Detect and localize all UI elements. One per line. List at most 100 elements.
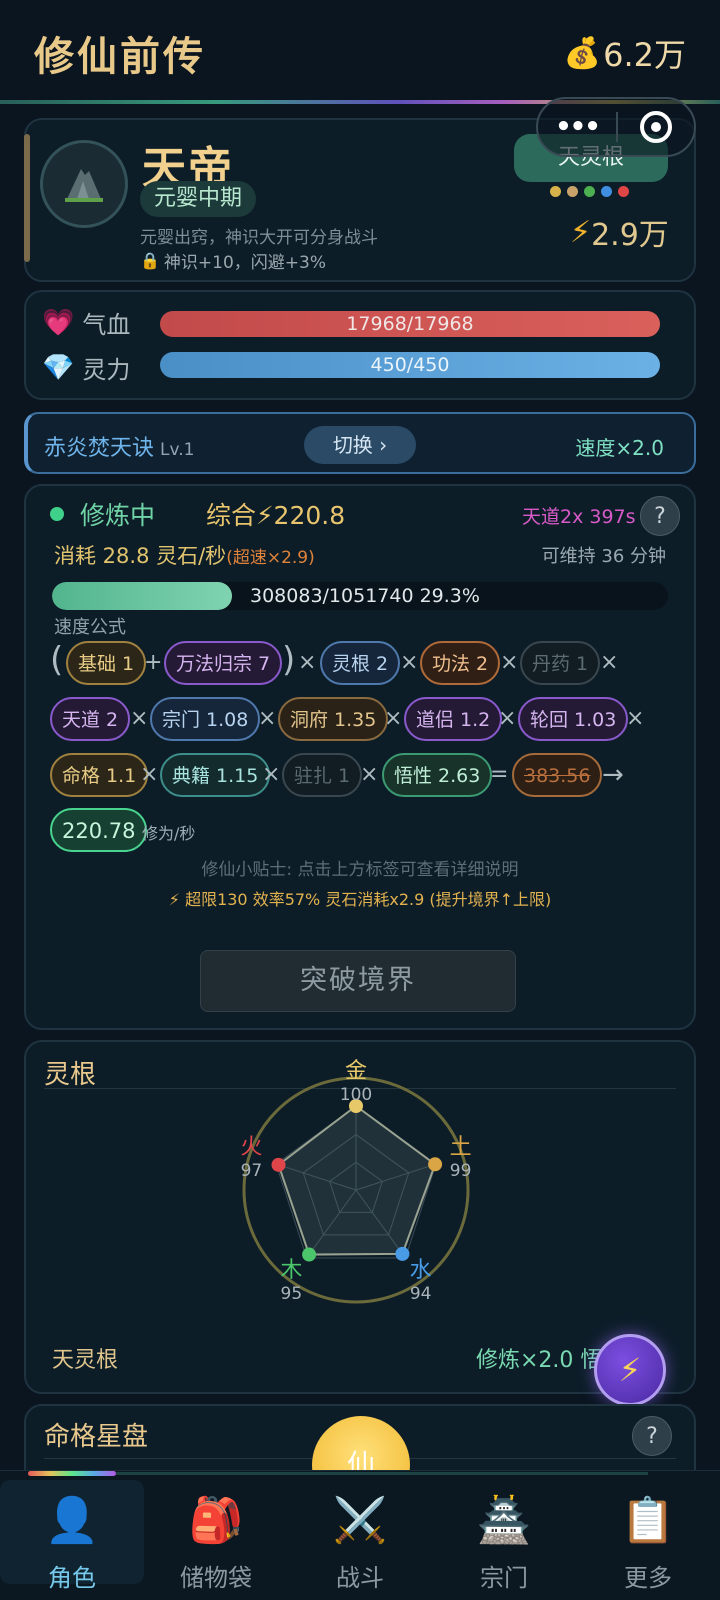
chip-dianji[interactable]: 典籍 1.15 — [160, 753, 271, 797]
spirit-root-title: 灵根 — [44, 1060, 97, 1090]
tab-more[interactable]: 📋 更多 — [576, 1490, 720, 1593]
status-dot-icon — [50, 507, 64, 521]
hp-label: 气血 — [82, 311, 131, 339]
hp-label-row: 💗 气血 — [42, 305, 130, 340]
chip-lunhui[interactable]: 轮回 1.03 — [518, 697, 629, 741]
breakthrough-button[interactable]: 突破境界 — [200, 950, 516, 1012]
tab-label: 宗门 — [480, 1564, 528, 1592]
chip-wanfa[interactable]: 万法归宗 7 — [164, 641, 283, 685]
app-title: 修仙前传 — [34, 34, 206, 80]
switch-skill-button[interactable]: 切换 › — [304, 426, 416, 464]
root-dot-gold — [550, 186, 561, 197]
skill-speed: 速度×2.0 — [575, 436, 664, 460]
root-dots — [550, 186, 629, 197]
skill-level: Lv.1 — [160, 440, 195, 460]
diamond-icon: 💎 — [42, 352, 75, 383]
op-times: × — [498, 706, 517, 731]
cultivation-total: 综合⚡220.8 — [206, 501, 346, 530]
money-display[interactable]: 💰 6.2万 — [564, 30, 686, 76]
lightning-icon: ⚡ — [618, 1351, 642, 1389]
consume-text: 消耗 28.8 灵石/秒 — [54, 544, 227, 568]
mountain-icon — [65, 169, 103, 202]
root-dot-water — [601, 186, 612, 197]
spirit-root-radar[interactable]: 金100 土99 水94 木95 火97 — [236, 1050, 476, 1330]
radar-point-4 — [271, 1157, 286, 1172]
tab-label: 战斗 — [336, 1564, 384, 1592]
chip-danyao[interactable]: 丹药 1 — [520, 641, 601, 685]
cultivation-help-button[interactable]: ? — [640, 496, 680, 536]
cultivation-status: 修炼中 — [80, 501, 156, 530]
progress-text: 308083/1051740 29.3% — [250, 585, 480, 607]
radar-element-label: 木 — [280, 1258, 302, 1283]
root-dot-earth — [567, 186, 578, 197]
star-chart-title: 命格星盘 — [44, 1422, 149, 1452]
chip-daolv[interactable]: 道侣 1.2 — [404, 697, 503, 741]
money-bag-icon: 💰 — [563, 35, 602, 71]
tab-battle[interactable]: ⚔️ 战斗 — [288, 1490, 432, 1593]
money-value: 6.2万 — [603, 36, 686, 74]
sustain-time: 可维持 36 分钟 — [541, 546, 666, 567]
chip-minge[interactable]: 命格 1.1 — [50, 753, 149, 797]
tab-inventory[interactable]: 🎒 储物袋 — [144, 1490, 288, 1593]
op-times: × — [298, 650, 317, 675]
op-times: × — [384, 706, 403, 731]
person-icon: 👤 — [44, 1495, 100, 1546]
op-equals: = — [490, 762, 509, 787]
chip-old-result[interactable]: 383.56 — [512, 753, 603, 797]
tip-text: 修仙小贴士: 点击上方标签可查看详细说明 — [201, 860, 519, 880]
more-dots-icon[interactable]: ••• — [538, 112, 616, 142]
mp-label-row: 💎 灵力 — [42, 350, 130, 385]
overspeed-text: (超速×2.9) — [226, 548, 315, 568]
radar-element-value: 94 — [410, 1284, 432, 1304]
chip-dongfu[interactable]: 洞府 1.35 — [278, 697, 389, 741]
radar-value-polygon — [277, 1104, 437, 1256]
chip-zongmen[interactable]: 宗门 1.08 — [150, 697, 261, 741]
tab-label: 储物袋 — [180, 1564, 252, 1592]
chip-linggen[interactable]: 灵根 2 — [320, 641, 401, 685]
paren-close: ) — [282, 640, 296, 680]
tab-character[interactable]: 👤 角色 — [0, 1480, 144, 1592]
chip-gongfa[interactable]: 功法 2 — [420, 641, 501, 685]
tiandao-buff[interactable]: 天道2x 397s — [522, 502, 636, 529]
tab-label: 角色 — [48, 1564, 96, 1592]
radar-element-label: 土 — [450, 1135, 472, 1160]
limit-text: ⚡ 超限130 效率57% 灵石消耗x2.9 (提升境界↑上限) — [168, 890, 552, 909]
close-target-icon[interactable] — [618, 111, 694, 143]
root-dot-wood — [584, 186, 595, 197]
tab-label: 更多 — [624, 1564, 672, 1592]
skill-name-row: 赤炎焚天诀 Lv.1 — [44, 430, 194, 462]
tab-divider — [116, 1472, 648, 1475]
avatar[interactable] — [40, 140, 128, 228]
formula-label: 速度公式 — [54, 617, 126, 638]
bonus-line: 🔒 神识+10，闪避+3% — [140, 248, 326, 273]
profile-accent-bar — [24, 134, 30, 262]
radar-element-value: 99 — [450, 1161, 472, 1181]
realm-badge: 元婴中期 — [140, 181, 257, 217]
chip-wuxing[interactable]: 悟性 2.63 — [382, 753, 493, 797]
radar-element-label: 火 — [240, 1135, 262, 1160]
op-times: × — [600, 650, 619, 675]
cultivation-progress-fill — [52, 582, 233, 610]
op-times: × — [262, 762, 281, 787]
op-times: × — [130, 706, 149, 731]
radar-element-label: 金 — [345, 1059, 367, 1084]
bonus-text: 神识+10，闪避+3% — [163, 253, 327, 273]
radar-element-label: 水 — [410, 1258, 432, 1283]
miniprogram-capsule[interactable]: ••• — [536, 97, 696, 157]
quick-action-button[interactable]: ⚡ — [594, 1334, 666, 1406]
chip-tiandao[interactable]: 天道 2 — [50, 697, 131, 741]
op-times: × — [258, 706, 277, 731]
op-times: × — [500, 650, 519, 675]
backpack-icon: 🎒 — [188, 1495, 244, 1546]
paren-open: ( — [50, 640, 64, 680]
chip-result[interactable]: 220.78 — [50, 808, 148, 852]
pagoda-icon: 🏯 — [476, 1495, 532, 1546]
crossed-swords-icon: ⚔️ — [332, 1495, 388, 1546]
chip-zhuzha[interactable]: 驻扎 1 — [282, 753, 363, 797]
star-chart-help-button[interactable]: ? — [632, 1416, 672, 1456]
radar-shape — [271, 1099, 443, 1262]
chip-jichu[interactable]: 基础 1 — [66, 641, 147, 685]
radar-point-3 — [302, 1247, 317, 1262]
radar-element-value: 97 — [241, 1161, 263, 1181]
tab-sect[interactable]: 🏯 宗门 — [432, 1490, 576, 1593]
